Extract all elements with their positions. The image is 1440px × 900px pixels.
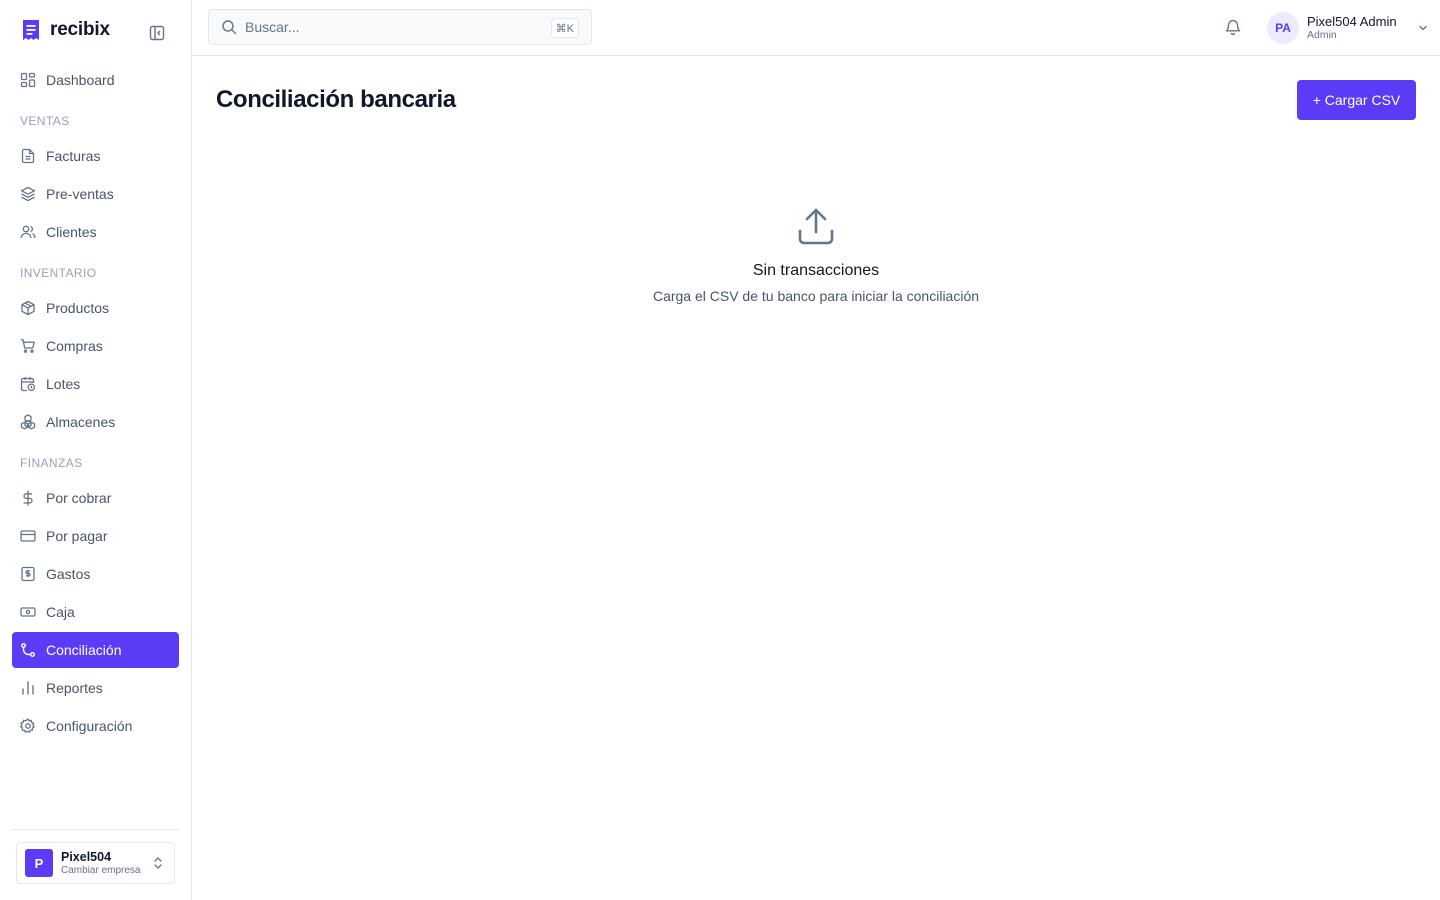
- cart-icon: [21, 339, 35, 353]
- sidebar-collapse-button[interactable]: [148, 24, 166, 42]
- company-name: Pixel504: [61, 849, 112, 864]
- sidebar-item-lotes[interactable]: Lotes: [12, 366, 179, 402]
- sidebar-item-label: Conciliación: [46, 642, 122, 658]
- sidebar-item-por-cobrar[interactable]: Por cobrar: [12, 480, 179, 516]
- sidebar-item-configuracion[interactable]: Configuración: [12, 708, 179, 744]
- bell-icon: [1225, 19, 1241, 36]
- sidebar-item-facturas[interactable]: Facturas: [12, 138, 179, 174]
- receipt-icon: [21, 566, 35, 582]
- sidebar-item-compras[interactable]: Compras: [12, 328, 179, 364]
- brand[interactable]: recibix: [22, 18, 110, 42]
- sidebar-item-label: Compras: [46, 338, 103, 354]
- sidebar-item-label: Pre-ventas: [46, 186, 114, 202]
- bar-chart-icon: [22, 681, 34, 695]
- sidebar-item-pre-ventas[interactable]: Pre-ventas: [12, 176, 179, 212]
- upload-icon: [798, 208, 834, 245]
- company-switcher[interactable]: P Pixel504 Cambiar empresa: [16, 842, 175, 884]
- gear-icon: [20, 718, 35, 733]
- users-icon: [20, 225, 36, 239]
- empty-state-title: Sin transacciones: [752, 262, 880, 279]
- calendar-clock-icon: [20, 377, 36, 392]
- chevron-down-icon: [1418, 25, 1427, 31]
- sidebar-item-label: Por cobrar: [46, 490, 112, 506]
- sidebar-nav: Dashboard VENTAS Facturas Pre-ventas Cli…: [12, 62, 179, 746]
- company-avatar: P: [25, 849, 53, 877]
- sidebar-item-label: Productos: [46, 300, 110, 316]
- sidebar-item-almacenes[interactable]: Almacenes: [12, 404, 179, 440]
- section-title-finanzas: FINANZAS: [20, 456, 83, 470]
- dollar-icon: [23, 490, 33, 506]
- file-icon: [21, 148, 35, 164]
- brand-name: recibix: [50, 19, 110, 40]
- sidebar-item-clientes[interactable]: Clientes: [12, 214, 179, 250]
- user-role: Admin: [1307, 29, 1337, 41]
- chevrons-up-down-icon: [154, 857, 162, 869]
- empty-state-subtitle: Carga el CSV de tu banco para iniciar la…: [652, 288, 980, 304]
- sidebar-item-label: Por pagar: [46, 528, 108, 544]
- sidebar-item-por-pagar[interactable]: Por pagar: [12, 518, 179, 554]
- credit-card-icon: [20, 530, 36, 542]
- sidebar-item-dashboard[interactable]: Dashboard: [12, 62, 179, 98]
- recibix-logo-icon: [22, 19, 40, 41]
- sidebar-item-productos[interactable]: Productos: [12, 290, 179, 326]
- divider: [12, 829, 179, 830]
- sidebar-item-label: Gastos: [46, 566, 91, 582]
- avatar: PA: [1267, 12, 1299, 44]
- dashboard-icon: [20, 72, 36, 88]
- package-icon: [21, 300, 35, 316]
- user-name: Pixel504 Admin: [1307, 14, 1397, 29]
- sidebar-item-reportes[interactable]: Reportes: [12, 670, 179, 706]
- company-subtitle: Cambiar empresa: [61, 864, 141, 876]
- sidebar-item-label: Dashboard: [46, 72, 115, 88]
- page-title: Conciliación bancaria: [216, 86, 456, 113]
- banknote-icon: [20, 607, 36, 617]
- section-title-ventas: VENTAS: [20, 114, 70, 128]
- upload-csv-button[interactable]: + Cargar CSV: [1297, 80, 1416, 120]
- sidebar-item-label: Clientes: [46, 224, 97, 240]
- sidebar-item-label: Lotes: [46, 376, 81, 392]
- sidebar-item-label: Reportes: [46, 680, 103, 696]
- git-compare-icon: [21, 643, 35, 657]
- boxes-icon: [20, 414, 36, 430]
- sidebar-item-label: Almacenes: [46, 414, 116, 430]
- section-title-inventario: INVENTARIO: [20, 266, 97, 280]
- sidebar-item-label: Configuración: [46, 718, 133, 734]
- search-box[interactable]: ⌘K: [208, 9, 592, 45]
- sidebar-item-conciliacion[interactable]: Conciliación: [12, 632, 179, 668]
- sidebar: recibix Dashboard VENTAS Facturas Pre-ve…: [0, 0, 192, 900]
- sidebar-item-gastos[interactable]: Gastos: [12, 556, 179, 592]
- search-shortcut-badge: ⌘K: [550, 18, 579, 38]
- search-input[interactable]: [245, 19, 535, 35]
- sidebar-item-label: Caja: [46, 604, 75, 620]
- sidebar-item-caja[interactable]: Caja: [12, 594, 179, 630]
- topbar: ⌘K PA Pixel504 Admin Admin: [192, 0, 1440, 56]
- empty-state: Sin transacciones Carga el CSV de tu ban…: [192, 208, 1440, 304]
- search-icon: [222, 20, 237, 35]
- sidebar-item-label: Facturas: [46, 148, 101, 164]
- user-menu[interactable]: PA Pixel504 Admin Admin: [1267, 11, 1429, 45]
- notifications-button[interactable]: [1224, 18, 1244, 38]
- layers-icon: [20, 186, 36, 202]
